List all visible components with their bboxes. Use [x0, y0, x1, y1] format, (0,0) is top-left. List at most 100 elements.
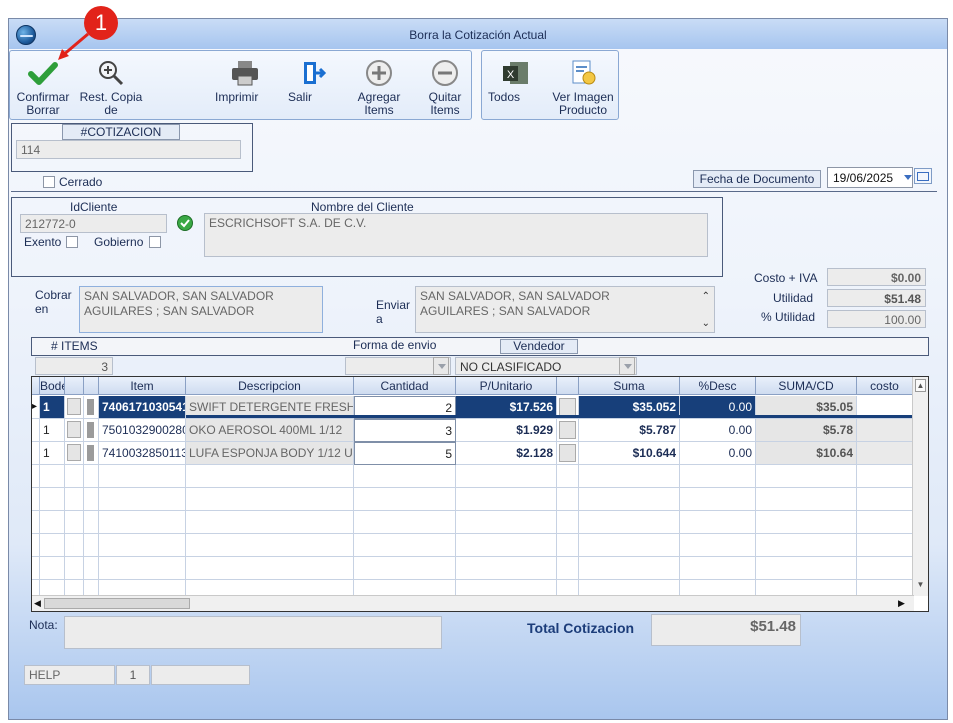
- empty-cell: [186, 511, 354, 534]
- row-indicator: [32, 557, 40, 580]
- fecha-value: 19/06/2025: [833, 171, 894, 185]
- cell-sumacd: $10.64: [756, 442, 857, 465]
- col-header-descripcion[interactable]: Descripcion: [186, 377, 354, 395]
- cell-item: 7410032850113: [99, 442, 186, 465]
- gobierno-checkbox[interactable]: [149, 236, 161, 248]
- empty-cell: [84, 557, 99, 580]
- col-header-bodega-dd: [65, 377, 84, 395]
- callout-arrow-icon: [58, 32, 89, 60]
- bodega-dropdown-icon[interactable]: [65, 419, 84, 442]
- empty-cell: [456, 488, 557, 511]
- cell-bodega: 1: [40, 442, 65, 465]
- cell-item: 7406171030541: [99, 396, 186, 419]
- punitario-dropdown-icon[interactable]: [557, 442, 579, 465]
- col-header-costo[interactable]: costo: [857, 377, 913, 395]
- empty-cell: [65, 534, 84, 557]
- printer-icon: [230, 59, 260, 87]
- col-header-sumacd[interactable]: SUMA/CD: [756, 377, 857, 395]
- exento-label: Exento: [24, 235, 62, 249]
- id-cliente-label: IdCliente: [70, 200, 118, 214]
- vendedor-dropdown-icon[interactable]: [619, 357, 635, 375]
- enviar-address-line2: AGUILARES ; SAN SALVADOR: [420, 304, 591, 318]
- print-button[interactable]: Imprimir: [215, 51, 275, 119]
- window-title: Borra la Cotización Actual: [409, 28, 547, 42]
- calendar-icon[interactable]: [914, 168, 932, 184]
- id-cliente-field[interactable]: 212772-0: [20, 214, 167, 233]
- col-header-item[interactable]: Item: [99, 377, 186, 395]
- enviar-label-line2: a: [376, 312, 383, 326]
- cell-desc: 0.00: [680, 419, 756, 442]
- view-product-image-button[interactable]: Ver Imagen Producto: [548, 51, 618, 119]
- restore-copy-label: Rest. Copia de: [79, 90, 143, 117]
- scroll-left-arrow-icon[interactable]: ◀: [34, 598, 41, 609]
- view-product-image-label: Ver Imagen Producto: [552, 90, 614, 117]
- col-header-suma[interactable]: Suma: [579, 377, 680, 395]
- horizontal-scroll-thumb[interactable]: [44, 598, 190, 609]
- enviar-address-field[interactable]: SAN SALVADOR, SAN SALVADOR AGUILARES ; S…: [415, 286, 715, 333]
- empty-cell: [579, 488, 680, 511]
- cell-cantidad[interactable]: 5: [354, 442, 456, 465]
- forma-envio-dropdown-icon[interactable]: [433, 357, 449, 375]
- scroll-up-icon[interactable]: ⌃: [702, 289, 710, 304]
- title-bar: Borra la Cotización Actual: [9, 19, 947, 49]
- client-verified-icon[interactable]: [177, 215, 193, 231]
- empty-cell: [680, 511, 756, 534]
- cell-costo: [857, 442, 913, 465]
- scroll-right-arrow-icon[interactable]: ▶: [898, 598, 905, 609]
- row-indicator: [32, 488, 40, 511]
- cerrado-checkbox[interactable]: [43, 176, 55, 188]
- bodega-dropdown-icon[interactable]: [65, 442, 84, 465]
- empty-cell: [99, 534, 186, 557]
- checkmark-icon: [28, 59, 58, 87]
- pct-utilidad-field: 100.00: [827, 310, 926, 328]
- col-header-punitario[interactable]: P/Unitario: [456, 377, 557, 395]
- exit-door-icon: [298, 59, 328, 87]
- bodega-dropdown-icon[interactable]: [65, 396, 84, 419]
- col-header-flag: [84, 377, 99, 395]
- empty-cell: [857, 465, 913, 488]
- cell-bodega: 1: [40, 396, 65, 419]
- row-flag-icon: [84, 442, 99, 465]
- cotizacion-number-field[interactable]: 114: [16, 140, 241, 159]
- empty-cell: [354, 511, 456, 534]
- punitario-dropdown-icon[interactable]: [557, 419, 579, 442]
- remove-items-label: Quitar Items: [428, 90, 462, 117]
- print-label: Imprimir: [215, 90, 259, 104]
- add-items-button[interactable]: Agregar Items: [350, 51, 408, 119]
- empty-cell: [354, 557, 456, 580]
- row-indicator: ▸: [32, 396, 40, 419]
- grid-vertical-scrollbar[interactable]: ▲ ▼: [912, 377, 928, 596]
- cobrar-address-field[interactable]: SAN SALVADOR, SAN SALVADOR AGUILARES ; S…: [79, 286, 323, 333]
- col-header-cantidad[interactable]: Cantidad: [354, 377, 456, 395]
- exit-button[interactable]: Salir: [288, 51, 338, 119]
- nombre-cliente-field[interactable]: ESCRICHSOFT S.A. DE C.V.: [204, 213, 708, 257]
- fecha-date-picker[interactable]: 19/06/2025: [827, 167, 913, 188]
- empty-cell: [857, 488, 913, 511]
- export-all-label: Todos: [488, 90, 521, 104]
- col-header-bodega[interactable]: Bodega: [40, 377, 65, 395]
- costo-iva-label: Costo + IVA: [754, 271, 818, 285]
- row-indicator: [32, 511, 40, 534]
- scroll-down-arrow-icon[interactable]: ▼: [915, 580, 926, 593]
- cell-suma: $5.787: [579, 419, 680, 442]
- empty-cell: [84, 534, 99, 557]
- exento-checkbox[interactable]: [66, 236, 78, 248]
- empty-cell: [857, 557, 913, 580]
- export-all-button[interactable]: X Todos: [488, 51, 542, 119]
- date-dropdown-arrow-icon[interactable]: [904, 175, 912, 180]
- cobrar-address-line1: SAN SALVADOR, SAN SALVADOR: [84, 289, 274, 303]
- empty-cell: [65, 511, 84, 534]
- cell-cantidad[interactable]: 3: [354, 419, 456, 442]
- gobierno-label: Gobierno: [94, 235, 144, 249]
- col-header-desc[interactable]: %Desc: [680, 377, 756, 395]
- scroll-up-arrow-icon[interactable]: ▲: [915, 379, 926, 392]
- cobrar-address-line2: AGUILARES ; SAN SALVADOR: [84, 304, 255, 318]
- empty-cell: [84, 511, 99, 534]
- row-indicator: [32, 419, 40, 442]
- grid-horizontal-scrollbar[interactable]: ◀ ▶: [32, 595, 914, 611]
- help-status: HELP: [24, 665, 115, 685]
- scroll-down-icon[interactable]: ⌄: [702, 316, 710, 331]
- vendedor-select[interactable]: NO CLASIFICADO: [455, 357, 637, 375]
- nota-field[interactable]: [64, 616, 442, 649]
- remove-items-button[interactable]: Quitar Items: [418, 51, 472, 119]
